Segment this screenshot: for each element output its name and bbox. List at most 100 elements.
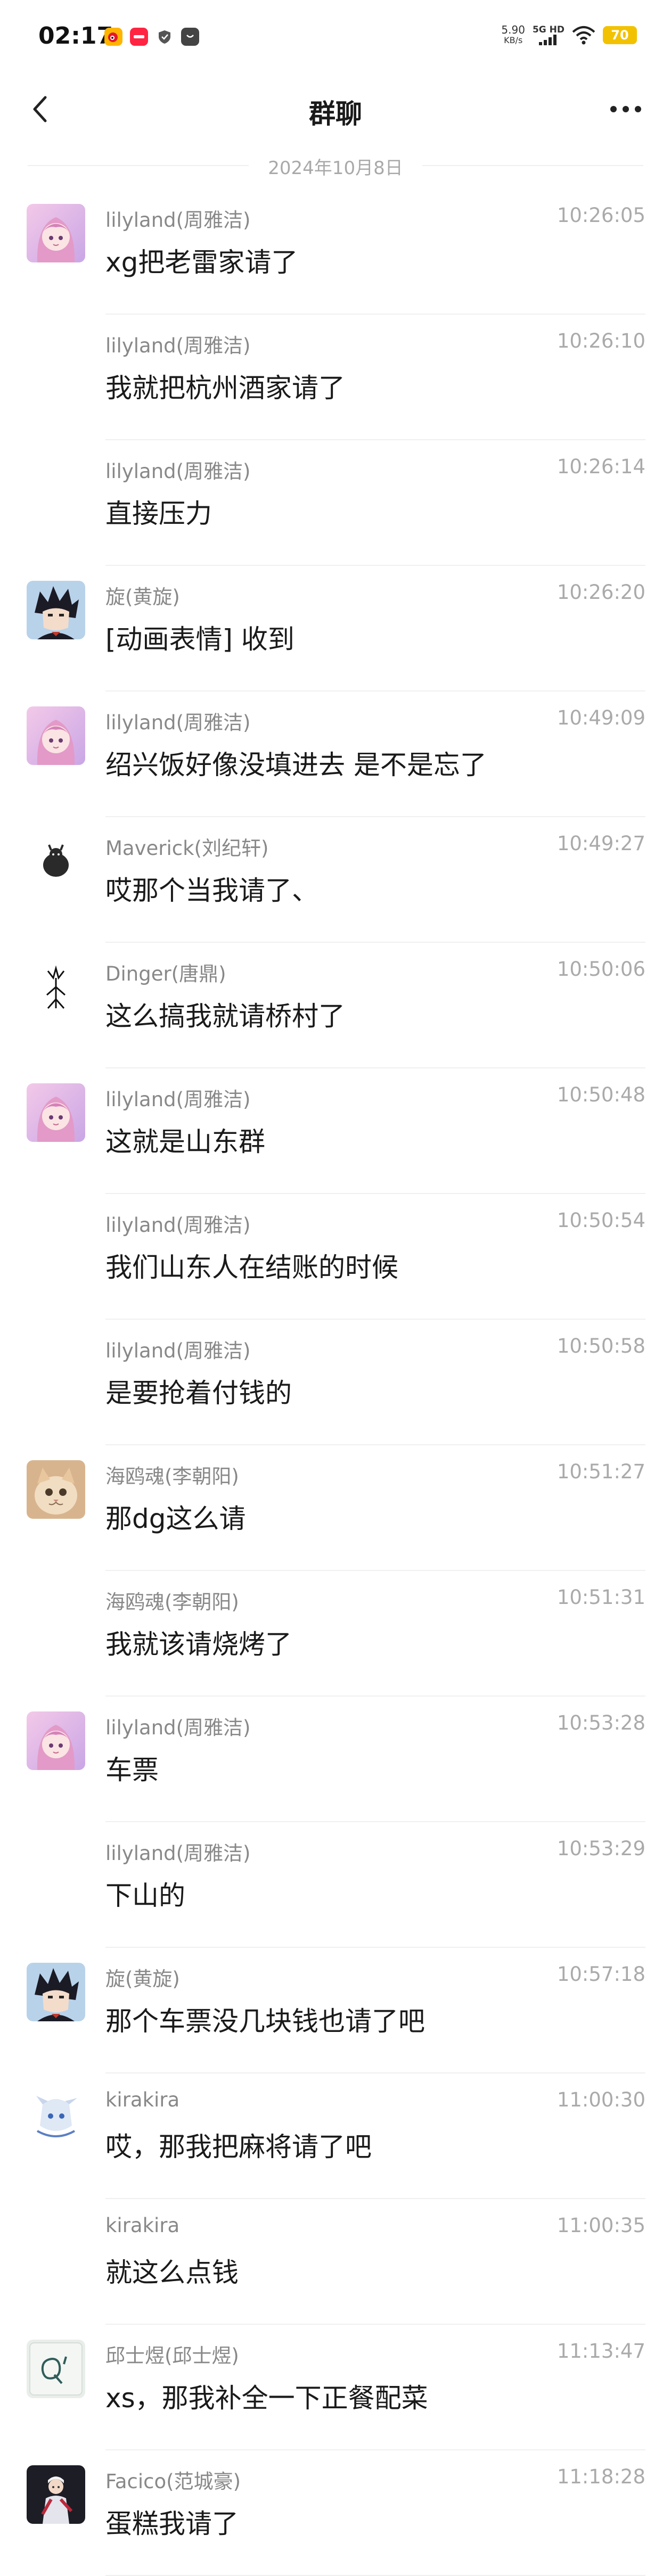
message-text[interactable]: 是要抢着付钱的 xyxy=(105,1372,292,1410)
message-row[interactable]: lilyland(周雅洁) 10:49:09 绍兴饭好像没填进去 是不是忘了 xyxy=(0,692,671,817)
lilyland-avatar[interactable] xyxy=(27,204,85,262)
message-text[interactable]: xs，那我补全一下正餐配菜 xyxy=(105,2377,428,2415)
message-row[interactable]: Dinger(唐鼎) 10:50:06 这么搞我就请桥村了 xyxy=(0,943,671,1068)
battery-indicator: 70 xyxy=(603,26,637,44)
message-time: 10:53:29 xyxy=(557,1837,645,1860)
message-text[interactable]: 我就该请烧烤了 xyxy=(105,1623,292,1661)
message-row[interactable]: lilyland(周雅洁) 10:26:10 我就把杭州酒家请了 xyxy=(0,315,671,440)
message-row[interactable]: kirakira 11:00:35 就这么点钱 xyxy=(0,2199,671,2325)
message-sender: lilyland(周雅洁) xyxy=(105,334,251,357)
maverick-avatar[interactable] xyxy=(27,832,85,891)
message-row[interactable]: lilyland(周雅洁) 10:50:48 这就是山东群 xyxy=(0,1068,671,1194)
xuan-avatar[interactable] xyxy=(27,581,85,639)
message-time: 10:49:27 xyxy=(557,832,645,855)
status-bar: 02:17 5.90 KB/s 5G HD 70 xyxy=(0,0,671,75)
bag-icon xyxy=(181,28,199,46)
message-row[interactable]: 旋(黄旋) 10:26:20 [动画表情] 收到 xyxy=(0,566,671,692)
message-sender: kirakira xyxy=(105,2214,180,2237)
message-text[interactable]: xg把老雷家请了 xyxy=(105,241,298,279)
message-row[interactable]: lilyland(周雅洁) 10:50:58 是要抢着付钱的 xyxy=(0,1320,671,1445)
nav-bar: 群聊 xyxy=(0,75,671,144)
message-row[interactable]: 旋(黄旋) 10:57:18 那个车票没几块钱也请了吧 xyxy=(0,1948,671,2073)
message-time: 11:13:47 xyxy=(557,2340,645,2363)
bottom-edge xyxy=(0,2562,671,2563)
message-sender: lilyland(周雅洁) xyxy=(105,1716,251,1739)
message-time: 10:26:20 xyxy=(557,581,645,604)
qiushiyu-avatar[interactable] xyxy=(27,2340,85,2398)
message-row[interactable]: 邱士煜(邱士煜) 11:13:47 xs，那我补全一下正餐配菜 xyxy=(0,2325,671,2450)
message-text[interactable]: 我们山东人在结账的时候 xyxy=(105,1246,398,1285)
message-row[interactable]: lilyland(周雅洁) 10:53:28 车票 xyxy=(0,1697,671,1822)
kirakira-avatar[interactable] xyxy=(27,2088,85,2147)
message-time: 10:50:54 xyxy=(557,1209,645,1232)
more-dot-icon xyxy=(635,106,641,112)
haiouhun-avatar[interactable] xyxy=(27,1460,85,1519)
message-sender: lilyland(周雅洁) xyxy=(105,1842,251,1865)
message-list[interactable]: lilyland(周雅洁) 10:26:05 xg把老雷家请了 lilyland(周雅… xyxy=(0,189,671,2576)
message-time: 10:26:05 xyxy=(557,204,645,227)
weibo-icon xyxy=(104,28,122,46)
lilyland-avatar[interactable] xyxy=(27,706,85,765)
facico-avatar[interactable] xyxy=(27,2465,85,2524)
message-sender: lilyland(周雅洁) xyxy=(105,460,251,483)
message-text[interactable]: 那dg这么请 xyxy=(105,1497,246,1536)
message-time: 10:51:27 xyxy=(557,1460,645,1483)
message-time: 10:57:18 xyxy=(557,1963,645,1986)
message-row[interactable]: lilyland(周雅洁) 10:53:29 下山的 xyxy=(0,1822,671,1948)
more-dot-icon xyxy=(610,106,617,112)
shield-icon xyxy=(156,28,174,46)
message-sender: Maverick(刘纪轩) xyxy=(105,837,269,860)
message-text[interactable]: 车票 xyxy=(105,1749,159,1787)
message-text[interactable]: 直接压力 xyxy=(105,492,212,531)
page-title: 群聊 xyxy=(309,98,362,129)
message-sender: 旋(黄旋) xyxy=(105,1968,180,1990)
message-sender: 旋(黄旋) xyxy=(105,586,180,608)
message-text[interactable]: 蛋糕我请了 xyxy=(105,2503,239,2541)
message-time: 10:50:58 xyxy=(557,1335,645,1357)
message-sender: lilyland(周雅洁) xyxy=(105,1339,251,1362)
message-row[interactable]: Facico(范城豪) 11:18:28 蛋糕我请了 xyxy=(0,2450,671,2576)
dinger-avatar[interactable] xyxy=(27,958,85,1016)
message-row[interactable]: kirakira 11:00:30 哎，那我把麻将请了吧 xyxy=(0,2073,671,2199)
lilyland-avatar[interactable] xyxy=(27,1711,85,1770)
more-options-button[interactable] xyxy=(602,90,650,128)
message-sender: lilyland(周雅洁) xyxy=(105,1214,251,1237)
message-text[interactable]: 绍兴饭好像没填进去 是不是忘了 xyxy=(105,744,487,782)
network-speed: 5.90 KB/s xyxy=(501,23,525,45)
message-time: 10:51:31 xyxy=(557,1586,645,1609)
message-time: 11:00:30 xyxy=(557,2088,645,2111)
message-row[interactable]: lilyland(周雅洁) 10:50:54 我们山东人在结账的时候 xyxy=(0,1194,671,1320)
message-row[interactable]: 海鸥魂(李朝阳) 10:51:27 那dg这么请 xyxy=(0,1445,671,1571)
message-time: 10:49:09 xyxy=(557,706,645,729)
red-app-icon xyxy=(130,28,148,46)
message-sender: 海鸥魂(李朝阳) xyxy=(105,1465,239,1488)
message-row[interactable]: lilyland(周雅洁) 10:26:05 xg把老雷家请了 xyxy=(0,189,671,315)
message-text[interactable]: 哎，那我把麻将请了吧 xyxy=(105,2126,372,2164)
message-sender: Facico(范城豪) xyxy=(105,2470,241,2493)
message-text[interactable]: 这么搞我就请桥村了 xyxy=(105,995,345,1033)
message-sender: 海鸥魂(李朝阳) xyxy=(105,1591,239,1614)
message-sender: kirakira xyxy=(105,2088,180,2111)
message-time: 10:26:10 xyxy=(557,330,645,352)
lilyland-avatar[interactable] xyxy=(27,1083,85,1142)
wifi-icon xyxy=(572,26,595,45)
message-time: 11:00:35 xyxy=(557,2214,645,2237)
message-text[interactable]: 这就是山东群 xyxy=(105,1121,265,1159)
message-sender: lilyland(周雅洁) xyxy=(105,209,251,232)
xuan-avatar[interactable] xyxy=(27,1963,85,2021)
message-row[interactable]: 海鸥魂(李朝阳) 10:51:31 我就该请烧烤了 xyxy=(0,1571,671,1697)
message-time: 11:18:28 xyxy=(557,2465,645,2488)
message-text[interactable]: 我就把杭州酒家请了 xyxy=(105,367,345,405)
message-sender: lilyland(周雅洁) xyxy=(105,711,251,734)
message-text[interactable]: 就这么点钱 xyxy=(105,2251,239,2290)
message-row[interactable]: Maverick(刘纪轩) 10:49:27 哎那个当我请了、 xyxy=(0,817,671,943)
message-sender: Dinger(唐鼎) xyxy=(105,962,226,985)
cellular-signal: 5G HD xyxy=(533,25,564,45)
message-row[interactable]: lilyland(周雅洁) 10:26:14 直接压力 xyxy=(0,440,671,566)
message-text[interactable]: 那个车票没几块钱也请了吧 xyxy=(105,2000,425,2038)
message-text[interactable]: 下山的 xyxy=(105,1874,185,1913)
signal-bars-icon xyxy=(538,35,557,45)
message-time: 10:53:28 xyxy=(557,1711,645,1734)
message-text[interactable]: 哎那个当我请了、 xyxy=(105,869,318,908)
message-text[interactable]: [动画表情] 收到 xyxy=(105,618,294,656)
